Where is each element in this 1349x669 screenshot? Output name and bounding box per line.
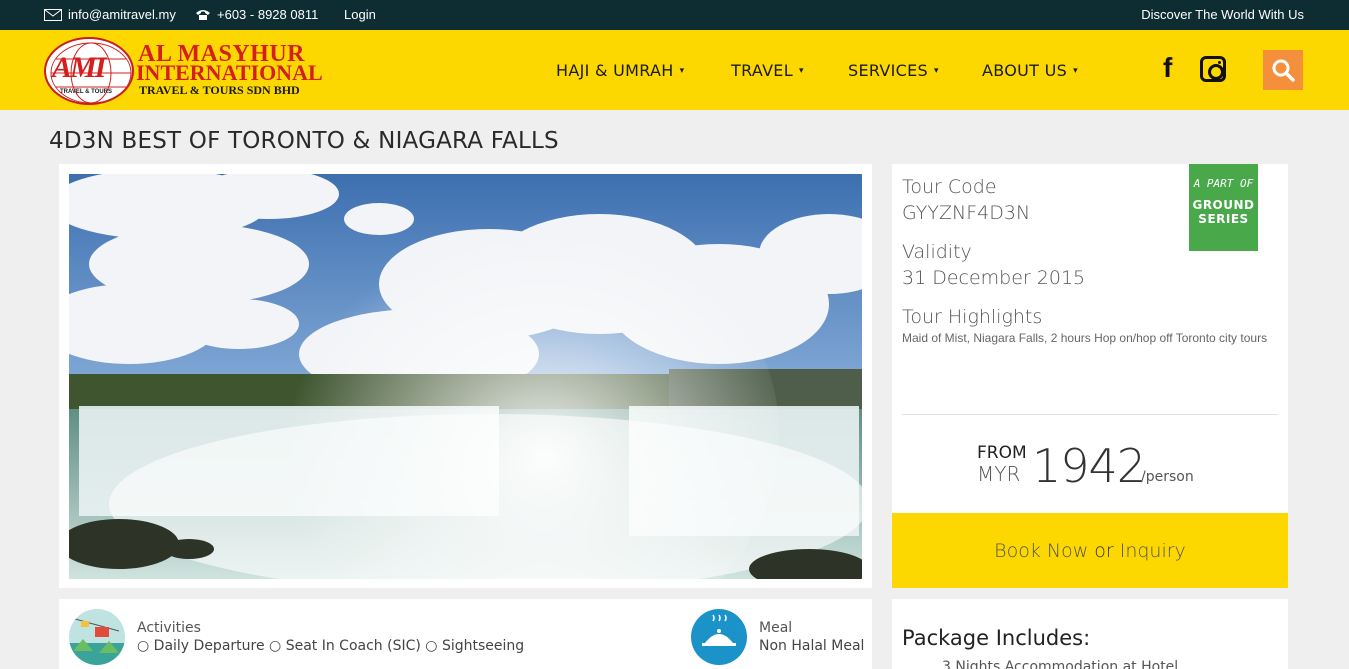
chevron-down-icon: ▾ [798,65,804,76]
tour-code-label: Tour Code [902,176,997,198]
login-link[interactable]: Login [344,7,376,22]
tour-info-card: Tour Code GYYZNF4D3N Validity 31 Decembe… [892,164,1288,588]
page-title: 4D3N BEST OF TORONTO & NIAGARA FALLS [49,128,559,154]
logo-mark-sub: TRAVEL & TOURS [60,89,113,95]
logo-ami: AMI [52,51,106,84]
phone-text: +603 - 8928 0811 [217,7,319,22]
book-or: or [1094,539,1114,562]
ground-series-badge: A PART OF GROUND SERIES [1189,164,1258,251]
contact-phone[interactable]: +603 - 8928 0811 [195,7,318,22]
nav-label: ABOUT US [982,61,1068,80]
badge-line2: GROUND SERIES [1189,198,1258,226]
price-currency: MYR [977,462,1021,486]
validity-label: Validity [902,241,972,263]
divider [902,414,1278,415]
meal-value: Non Halal Meal [759,638,865,654]
price-amount: 1942 [1032,439,1146,493]
mail-icon [44,8,62,21]
activities-card: Activities ○ Daily Departure ○ Seat In C… [59,599,872,669]
highlights-label: Tour Highlights [902,306,1043,328]
company-logo[interactable]: AMI TRAVEL & TOURS AL MASYHUR INTERNATIO… [44,35,344,105]
nav-label: TRAVEL [731,61,793,80]
nav-haji-umrah[interactable]: HAJI & UMRAH ▾ [556,61,684,80]
phone-icon [196,9,210,20]
highlights-text: Maid of Mist, Niagara Falls, 2 hours Hop… [902,331,1268,345]
nav-services[interactable]: SERVICES ▾ [848,61,939,80]
search-button[interactable] [1263,50,1303,90]
logo-mark: AMI TRAVEL & TOURS [44,37,134,105]
meal-icon [691,609,747,665]
inquiry-link[interactable]: Inquiry [1120,540,1186,562]
nav-about-us[interactable]: ABOUT US ▾ [982,61,1078,80]
activities-list: ○ Daily Departure ○ Seat In Coach (SIC) … [137,638,525,654]
logo-line3: TRAVEL & TOURS SDN BHD [139,83,300,97]
price-from: FROM [977,443,1027,463]
book-now-link[interactable]: Book Now [994,540,1088,562]
email-text: info@amitravel.my [68,7,176,22]
book-inquiry-bar: Book Now or Inquiry [892,513,1288,588]
header: AMI TRAVEL & TOURS AL MASYHUR INTERNATIO… [0,30,1349,110]
meal-label: Meal [759,620,793,636]
tagline: Discover The World With Us [1141,7,1304,22]
nav-label: SERVICES [848,61,929,80]
tour-code-value: GYYZNF4D3N [902,202,1031,224]
badge-line1: A PART OF [1193,177,1254,190]
activities-label: Activities [137,620,201,636]
package-card: Package Includes: 3 Nights Accommodation… [892,599,1288,669]
activities-icon [69,609,125,665]
validity-value: 31 December 2015 [902,267,1086,289]
instagram-icon[interactable] [1200,56,1226,82]
package-item: 3 Nights Accommodation at Hotel [942,659,1179,669]
chevron-down-icon: ▾ [934,65,939,76]
search-icon [1272,59,1295,82]
badge-ground: GROUND [1192,198,1255,212]
badge-series: SERIES [1198,212,1249,226]
logo-line2: INTERNATIONAL [136,60,323,85]
chevron-down-icon: ▾ [1073,65,1078,76]
tour-image-card [59,164,872,588]
price-per: /person [1141,469,1194,485]
niagara-falls-photo [69,174,862,579]
top-bar: info@amitravel.my +603 - 8928 0811 Login… [0,0,1349,30]
chevron-down-icon: ▾ [679,65,685,76]
facebook-icon[interactable]: f [1163,52,1172,84]
package-heading: Package Includes: [902,626,1091,650]
nav-travel[interactable]: TRAVEL ▾ [731,61,804,80]
nav-label: HAJI & UMRAH [556,61,674,80]
contact-email[interactable]: info@amitravel.my [44,7,176,22]
